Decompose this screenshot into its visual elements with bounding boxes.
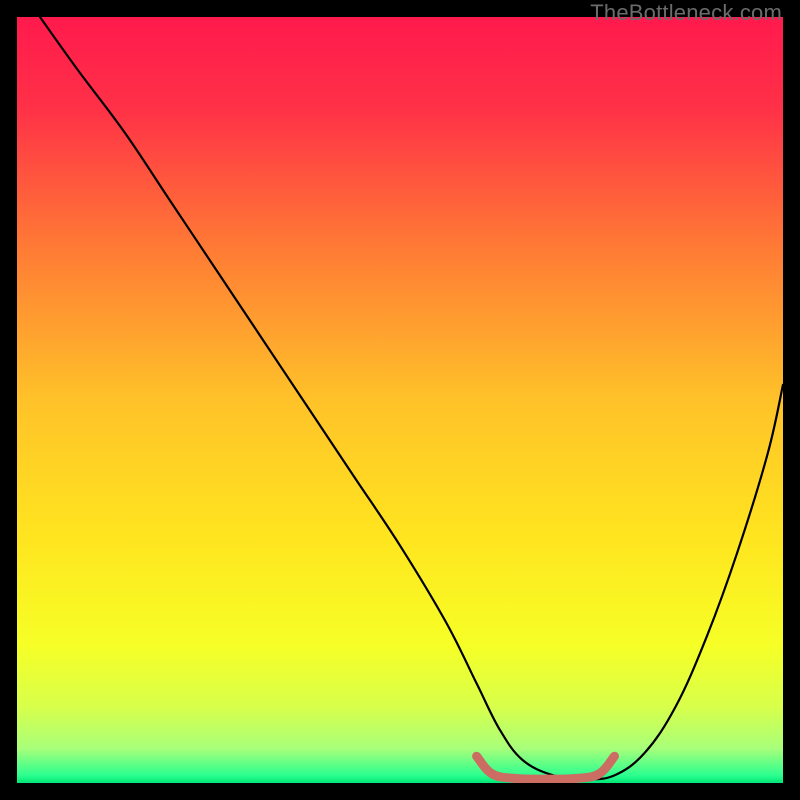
plateau-marker [477,756,615,779]
chart-plot [17,17,783,783]
chart-frame [17,17,783,783]
watermark-text: TheBottleneck.com [590,0,782,26]
bottleneck-curve [40,17,783,779]
